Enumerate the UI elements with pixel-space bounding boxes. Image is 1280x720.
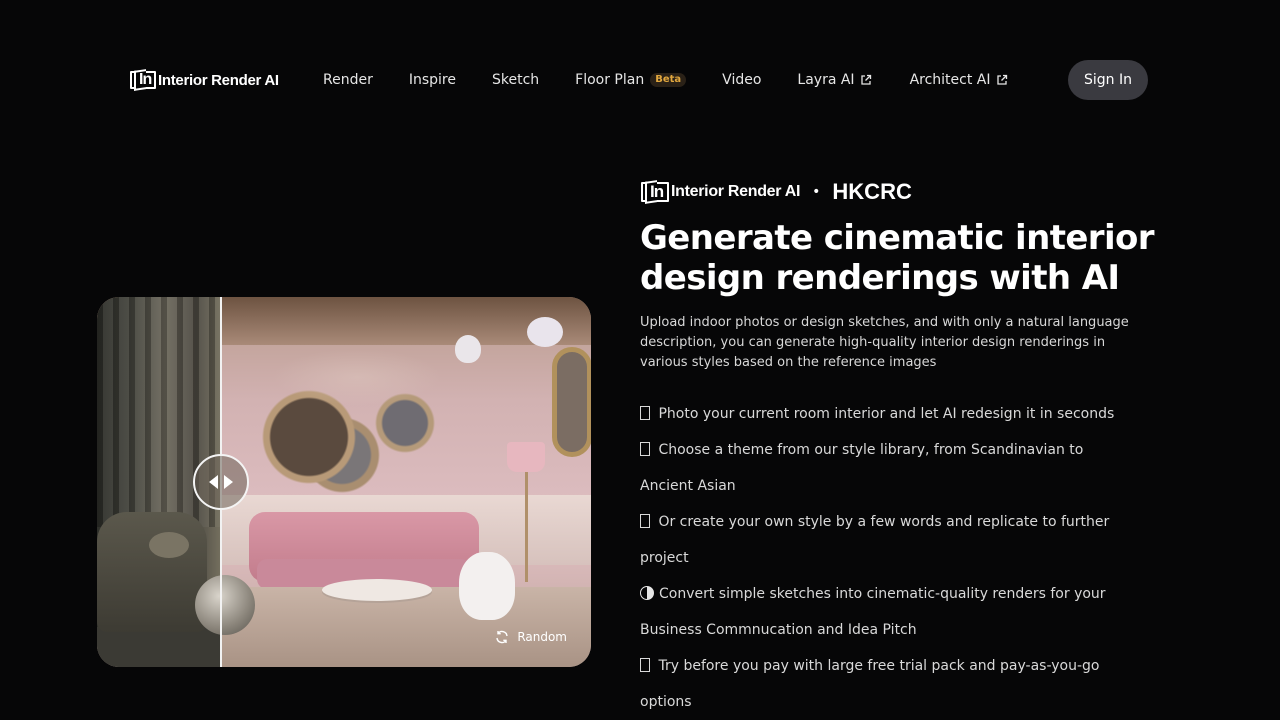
nav-render[interactable]: Render [323, 72, 373, 88]
external-link-icon [996, 74, 1007, 85]
nav-video[interactable]: Video [722, 72, 761, 88]
nav-layra-ai[interactable]: Layra AI [797, 72, 871, 88]
nav-floor-plan-label: Floor Plan [575, 72, 645, 88]
site-header: In Interior Render AI Render Inspire Ske… [130, 60, 1148, 100]
partner-logos: In Interior Render AI • HKCRC [641, 179, 912, 204]
main-nav: Render Inspire Sketch Floor Plan Beta Vi… [323, 60, 1008, 100]
feature-text: Try before you pay with large free trial… [640, 658, 1100, 710]
nav-inspire[interactable]: Inspire [409, 72, 456, 88]
feature-list: Photo your current room interior and let… [640, 396, 1130, 720]
arrow-left-icon [209, 475, 218, 489]
brand-logo-link[interactable]: In Interior Render AI [130, 68, 279, 92]
nav-floor-plan[interactable]: Floor Plan Beta [575, 72, 687, 88]
feature-text: Photo your current room interior and let… [658, 406, 1115, 422]
external-link-icon [860, 74, 871, 85]
unsupported-glyph-icon [640, 406, 650, 420]
feature-item: Try before you pay with large free trial… [640, 648, 1130, 720]
hkcrc-logo: HKCRC [832, 179, 912, 204]
feature-text: Choose a theme from our style library, f… [640, 442, 1084, 494]
feature-text: Or create your own style by a few words … [640, 514, 1110, 566]
brand-logo-icon: In [641, 180, 669, 204]
compare-slider-handle-icon[interactable] [193, 454, 249, 510]
hero-description: Upload indoor photos or design sketches,… [640, 315, 1129, 370]
feature-item: Or create your own style by a few words … [640, 504, 1130, 576]
hero-headline: Generate cinematic interior design rende… [640, 218, 1155, 298]
feature-item: Photo your current room interior and let… [640, 396, 1130, 432]
feature-item: Convert simple sketches into cinematic-q… [640, 576, 1130, 648]
unsupported-glyph-icon [640, 514, 650, 528]
feature-text: Convert simple sketches into cinematic-q… [640, 586, 1106, 638]
brand-logo-icon: In [130, 69, 156, 91]
unsupported-glyph-icon [640, 442, 650, 456]
separator-dot: • [812, 184, 821, 200]
refresh-icon [496, 630, 509, 644]
sign-in-button[interactable]: Sign In [1068, 60, 1148, 100]
unsupported-glyph-icon [640, 658, 650, 672]
random-button[interactable]: Random [495, 630, 567, 644]
arrow-right-icon [224, 475, 233, 489]
nav-architect-ai[interactable]: Architect AI [910, 72, 1008, 88]
nav-layra-ai-label: Layra AI [797, 72, 855, 88]
nav-sketch[interactable]: Sketch [492, 72, 539, 88]
nav-architect-ai-label: Architect AI [909, 72, 991, 88]
brand-name: Interior Render AI [158, 71, 279, 89]
half-circle-icon [640, 586, 654, 600]
before-after-comparison[interactable]: Random [97, 297, 591, 667]
random-label: Random [517, 630, 567, 644]
brand-name: Interior Render AI [671, 183, 801, 200]
feature-item: Choose a theme from our style library, f… [640, 432, 1130, 504]
beta-badge: Beta [650, 73, 687, 87]
